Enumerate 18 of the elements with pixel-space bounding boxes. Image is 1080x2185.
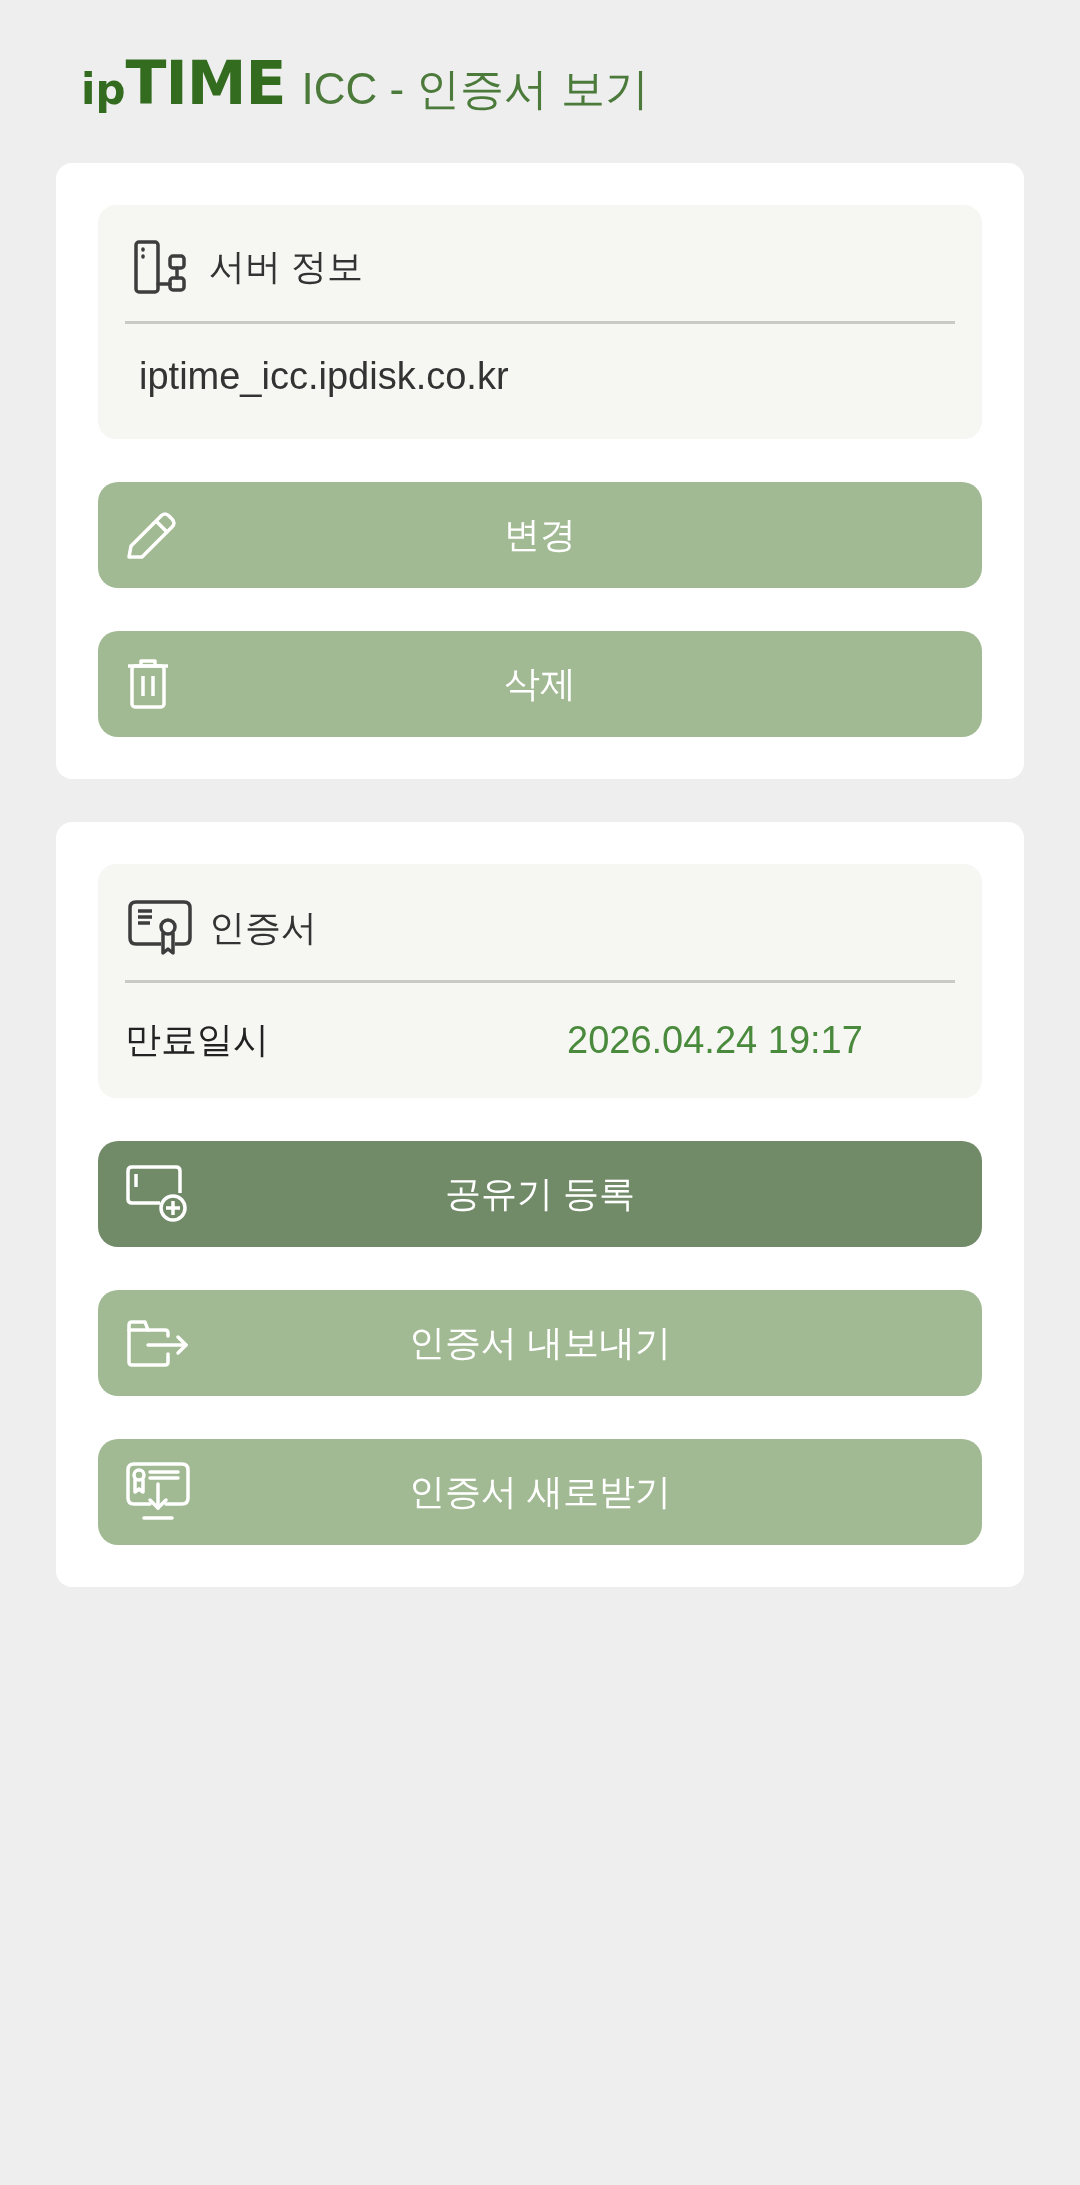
logo: ipTIME	[81, 53, 286, 113]
server-address: iptime_icc.ipdisk.co.kr	[139, 355, 509, 397]
trash-icon	[126, 658, 170, 710]
page-title: ICC - 인증서 보기	[301, 67, 649, 111]
register-button[interactable]: 공유기 등록	[98, 1141, 982, 1247]
card-plus-icon	[126, 1165, 188, 1223]
server-icon	[134, 240, 187, 294]
section-title: 서버 정보	[209, 249, 363, 285]
delete-button[interactable]: 삭제	[98, 631, 982, 737]
section-title: 인증서	[209, 910, 317, 946]
expiry-date: 2026.04.24 19:17	[567, 1018, 864, 1063]
certificate-download-icon	[126, 1462, 190, 1522]
edit-button[interactable]: 변경	[98, 482, 982, 588]
renew-button[interactable]: 인증서 새로받기	[98, 1439, 982, 1545]
field-label: 만료일시	[125, 1018, 270, 1062]
pencil-icon	[126, 510, 178, 560]
certificate-icon	[128, 900, 192, 956]
export-button[interactable]: 인증서 내보내기	[98, 1290, 982, 1396]
